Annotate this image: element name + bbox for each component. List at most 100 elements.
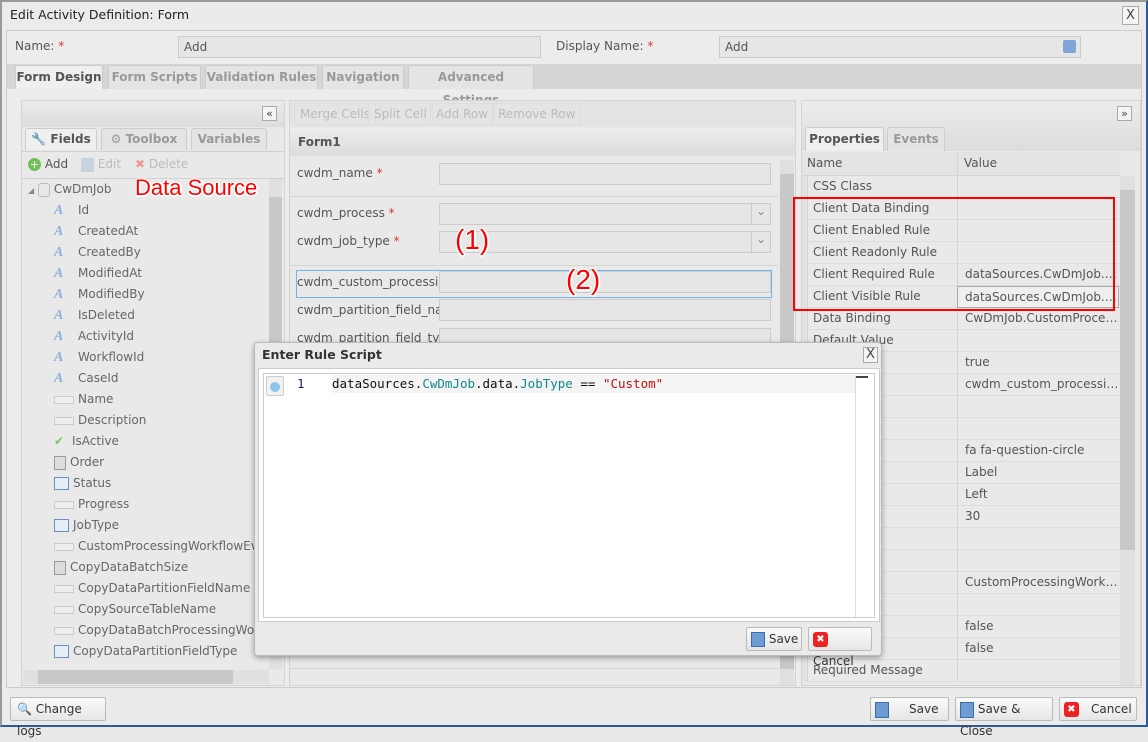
cwdm-custom-processing-input[interactable] [439, 271, 771, 293]
split-cell-button[interactable]: Split Cell [368, 103, 433, 125]
tree-item[interactable]: Description [28, 410, 268, 431]
fields-panel-header [22, 101, 284, 127]
insert-field-button[interactable] [266, 376, 284, 396]
floppy-icon [751, 632, 765, 647]
tree-item[interactable]: A IsDeleted [28, 305, 268, 326]
tab-toolbox[interactable]: ⚙ Toolbox [101, 128, 187, 150]
add-row-button[interactable]: Add Row [430, 103, 495, 125]
tab-navigation[interactable]: Navigation [322, 65, 404, 89]
search-add-icon [270, 381, 280, 392]
cwdm-name-input[interactable] [439, 163, 771, 185]
annotation-2: (2) [566, 264, 601, 295]
add-field-button[interactable]: + Add [28, 157, 68, 171]
tree-item[interactable]: A CreatedAt [28, 221, 268, 242]
save-close-button[interactable]: Save & Close [955, 697, 1053, 738]
tree-item[interactable]: CopyDataBatchProcessingWorkflow [28, 620, 268, 641]
tab-properties[interactable]: Properties [805, 127, 884, 151]
property-value[interactable] [957, 660, 1119, 682]
tree-item[interactable]: A ModifiedAt [28, 263, 268, 284]
tab-variables[interactable]: Variables [191, 128, 267, 150]
remove-row-button[interactable]: Remove Row [492, 103, 582, 125]
tree-item[interactable]: CustomProcessingWorkflowEvent [28, 536, 268, 557]
name-input[interactable]: Add [178, 36, 541, 58]
tree-item[interactable]: A ModifiedBy [28, 284, 268, 305]
tree-item[interactable]: CopySourceTableName [28, 599, 268, 620]
tree-item-label: JobType [73, 518, 120, 532]
tab-form-scripts[interactable]: Form Scripts [108, 65, 201, 89]
property-value[interactable] [957, 594, 1119, 616]
tree-item[interactable]: A WorkflowId [28, 347, 268, 368]
tree-item-label: CopyDataPartitionFieldType [73, 644, 238, 658]
property-value[interactable]: false [957, 638, 1119, 660]
property-row[interactable]: CSS Class [802, 176, 1120, 198]
tree-item[interactable]: Order [28, 452, 268, 473]
tree-item[interactable]: Progress [28, 494, 268, 515]
number-icon [54, 455, 66, 470]
property-value[interactable]: true [957, 352, 1119, 374]
property-value[interactable] [957, 176, 1119, 198]
display-name-label: Display Name: * [556, 39, 654, 53]
property-value[interactable]: fa fa-question-circle [957, 440, 1119, 462]
tree-item-label: Description [78, 413, 147, 427]
cwdm-process-select[interactable]: ⌄ [439, 203, 771, 225]
cancel-button[interactable]: ✖ Cancel [1059, 697, 1137, 721]
property-row[interactable]: Data Binding CwDmJob.CustomProcessi... [802, 308, 1120, 330]
translate-icon[interactable] [1063, 40, 1076, 53]
save-button[interactable]: Save [870, 697, 949, 721]
tab-advanced-settings[interactable]: Advanced Settings [408, 65, 534, 107]
tab-events[interactable]: Events [887, 127, 945, 151]
property-value[interactable]: Label [957, 462, 1119, 484]
list-icon [54, 644, 69, 658]
tree-item-label: WorkflowId [78, 350, 145, 364]
dialog-cancel-button[interactable]: ✖ Cancel [808, 627, 872, 668]
tab-validation-rules[interactable]: Validation Rules [205, 65, 318, 89]
cwdm-partition-field-name-input[interactable] [439, 299, 771, 321]
property-value[interactable] [957, 396, 1119, 418]
property-name: CSS Class [813, 179, 872, 193]
property-value[interactable] [957, 528, 1119, 550]
textbox-icon [54, 581, 74, 595]
edit-field-button[interactable]: Edit [81, 157, 121, 172]
change-logs-button[interactable]: 🔍 Change logs [10, 697, 106, 738]
tree-item-label: ModifiedBy [78, 287, 145, 301]
property-value[interactable] [957, 550, 1119, 572]
text-a-icon: A [54, 350, 64, 365]
property-value[interactable]: cwdm_custom_processing... [957, 374, 1119, 396]
tree-item[interactable]: CopyDataPartitionFieldName [28, 578, 268, 599]
tree-item-label: Progress [78, 497, 130, 511]
tree-item[interactable]: JobType [28, 515, 268, 536]
dialog-save-button[interactable]: Save [746, 627, 802, 651]
display-name-input[interactable]: Add [719, 36, 1081, 58]
tree-item[interactable]: CopyDataBatchSize [28, 557, 268, 578]
tree-item[interactable]: Status [28, 473, 268, 494]
text-a-icon: A [54, 287, 64, 302]
property-value[interactable]: false [957, 616, 1119, 638]
tree-item[interactable]: A Id [28, 200, 268, 221]
property-value[interactable] [957, 418, 1119, 440]
property-value[interactable]: Left [957, 484, 1119, 506]
property-value[interactable]: CustomProcessingWorkflo... [957, 572, 1119, 594]
collapse-left-button[interactable]: « [262, 106, 277, 121]
property-value[interactable]: CwDmJob.CustomProcessi... [957, 308, 1119, 330]
tree-item[interactable]: A CreatedBy [28, 242, 268, 263]
delete-field-button[interactable]: ✖ Delete [135, 157, 188, 171]
script-code-line[interactable]: dataSources.CwDmJob.data.JobType == "Cus… [332, 376, 663, 391]
tab-form-design[interactable]: Form Design [15, 65, 103, 89]
property-value[interactable] [957, 330, 1119, 352]
tree-item-label: CopyDataBatchSize [70, 560, 189, 574]
tree-item[interactable]: A ActivityId [28, 326, 268, 347]
tree-horizontal-scrollbar[interactable] [23, 670, 269, 684]
merge-cells-button[interactable]: Merge Cells [294, 103, 376, 125]
window-close-button[interactable]: X [1122, 6, 1139, 25]
property-value[interactable]: 30 [957, 506, 1119, 528]
editor-scrollbar[interactable] [856, 376, 868, 378]
properties-vertical-scrollbar[interactable] [1120, 176, 1135, 685]
tree-item[interactable]: ✔ IsActive [28, 431, 268, 452]
script-editor[interactable] [263, 373, 875, 618]
tab-fields[interactable]: 🔧 Fields [25, 128, 97, 150]
tree-item[interactable]: A CaseId [28, 368, 268, 389]
expand-right-button[interactable]: » [1117, 106, 1132, 121]
dialog-close-button[interactable]: X [863, 347, 878, 363]
tree-item[interactable]: Name [28, 389, 268, 410]
tree-item[interactable]: CopyDataPartitionFieldType [28, 641, 268, 662]
